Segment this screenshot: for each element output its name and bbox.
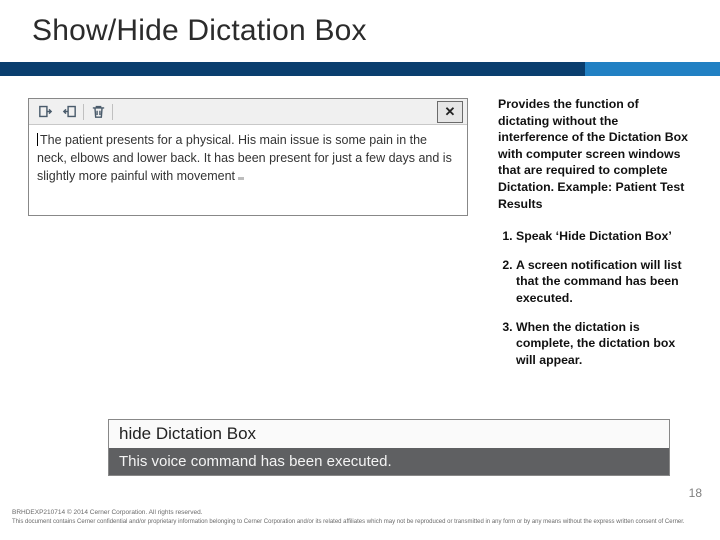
dictation-box-window: ✕ The patient presents for a physical. H… (28, 98, 468, 216)
footer: BRHDEXP210714 © 2014 Cerner Corporation.… (12, 509, 712, 526)
footer-line-2: This document contains Cerner confidenti… (12, 518, 712, 526)
dictation-text: The patient presents for a physical. His… (37, 133, 452, 183)
page-number: 18 (689, 486, 702, 500)
step-item: When the dictation is complete, the dict… (516, 319, 692, 369)
page-title: Show/Hide Dictation Box (32, 14, 367, 48)
notification-body: This voice command has been executed. (109, 448, 669, 475)
transfer-in-icon[interactable] (33, 102, 57, 122)
dictation-text-area[interactable]: The patient presents for a physical. His… (29, 125, 467, 215)
transfer-out-icon[interactable] (57, 102, 81, 122)
accent-wedge (704, 62, 720, 76)
text-caret (37, 133, 38, 146)
trash-icon[interactable] (86, 102, 110, 122)
toolbar-separator (83, 104, 84, 120)
notification-panel: hide Dictation Box This voice command ha… (108, 419, 670, 476)
steps-list: Speak ‘Hide Dictation Box’ A screen noti… (498, 228, 692, 368)
notification-title: hide Dictation Box (109, 420, 669, 448)
smudge-decoration (238, 177, 244, 180)
footer-line-1: BRHDEXP210714 © 2014 Cerner Corporation.… (12, 509, 712, 518)
step-item: Speak ‘Hide Dictation Box’ (516, 228, 692, 245)
accent-bar (585, 62, 720, 76)
description-text: Provides the function of dictating witho… (498, 96, 692, 212)
dictation-toolbar: ✕ (29, 99, 467, 125)
toolbar-separator (112, 104, 113, 120)
close-button[interactable]: ✕ (437, 101, 463, 123)
description-column: Provides the function of dictating witho… (498, 96, 692, 380)
step-item: A screen notification will list that the… (516, 257, 692, 307)
